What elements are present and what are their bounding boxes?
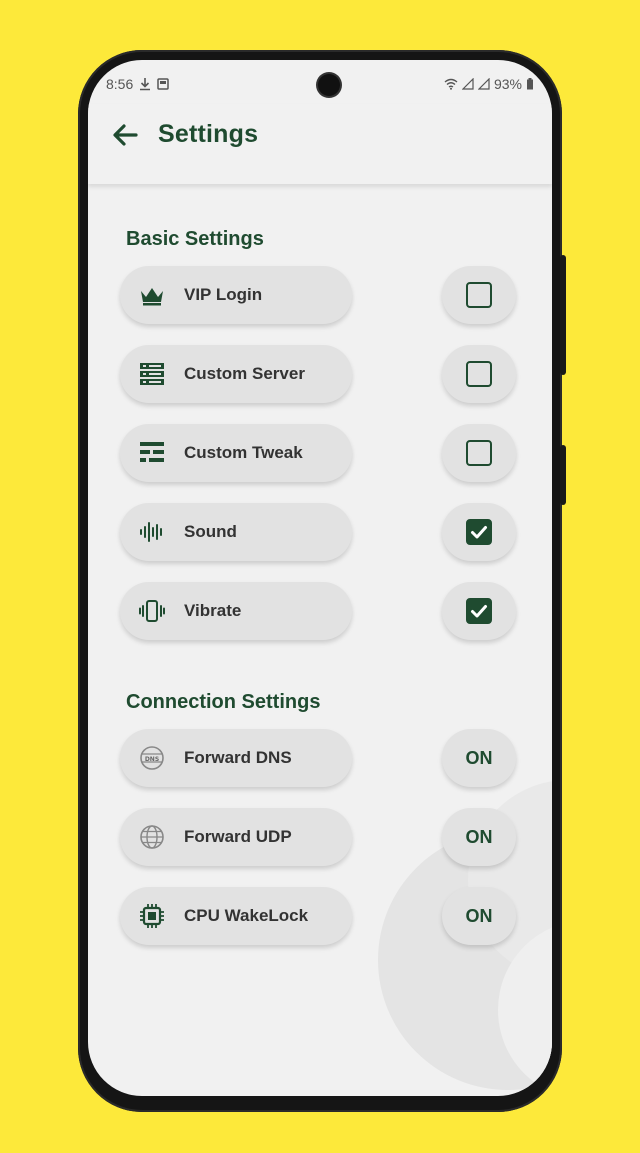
phone-screen: 8:56 93% Settings Basic Settings VIP Log… (88, 60, 552, 1096)
checkmark-icon (471, 526, 487, 539)
battery-percent: 93% (493, 76, 522, 92)
setting-label: Forward DNS (184, 748, 292, 767)
battery-icon (527, 78, 533, 90)
vibrate-icon (139, 600, 165, 622)
custom-server-checkbox-button[interactable] (442, 345, 516, 403)
vip-login-checkbox-button[interactable] (442, 266, 516, 324)
volume-button (560, 255, 566, 375)
setting-forward-dns[interactable]: DNS Forward DNS (120, 729, 352, 787)
setting-forward-udp[interactable]: Forward UDP (120, 808, 352, 866)
vibrate-checkbox-button[interactable] (442, 582, 516, 640)
wifi-icon (444, 78, 458, 90)
setting-label: Custom Server (184, 364, 305, 383)
cpu-icon (140, 904, 164, 928)
cpu-wakelock-toggle[interactable]: ON (442, 887, 516, 945)
custom-tweak-checkbox-button[interactable] (442, 424, 516, 482)
setting-custom-server[interactable]: Custom Server (120, 345, 352, 403)
crown-icon (141, 288, 163, 306)
server-icon (140, 363, 164, 385)
globe-icon (140, 825, 164, 849)
setting-label: VIP Login (184, 285, 263, 304)
setting-label: Vibrate (184, 601, 242, 620)
setting-vip-login[interactable]: VIP Login (120, 266, 352, 324)
page-title: Settings (158, 120, 259, 148)
signal-icon (461, 78, 474, 90)
setting-sound[interactable]: Sound (120, 503, 352, 561)
checkbox-unchecked[interactable] (466, 361, 492, 387)
setting-vibrate[interactable]: Vibrate (120, 582, 352, 640)
checkbox-checked[interactable] (466, 519, 492, 545)
sound-wave-icon (140, 522, 162, 542)
download-icon (140, 78, 151, 91)
section-title-connection: Connection Settings (126, 691, 321, 713)
toggle-state: ON (465, 827, 493, 847)
power-button (560, 445, 566, 505)
dns-icon: DNS (140, 746, 164, 770)
svg-text:DNS: DNS (145, 756, 159, 763)
toggle-state: ON (465, 748, 493, 768)
tweak-icon (140, 442, 164, 462)
status-bar: 8:56 93% (106, 74, 534, 96)
image-icon (157, 78, 169, 90)
toggle-state: ON (465, 906, 493, 926)
phone-frame: 8:56 93% Settings Basic Settings VIP Log… (78, 50, 566, 1112)
back-button[interactable] (108, 118, 142, 152)
checkbox-checked[interactable] (466, 598, 492, 624)
section-title-basic: Basic Settings (126, 228, 264, 250)
checkmark-icon (471, 605, 487, 618)
checkbox-unchecked[interactable] (466, 440, 492, 466)
setting-cpu-wakelock[interactable]: CPU WakeLock (120, 887, 352, 945)
forward-dns-toggle[interactable]: ON (442, 729, 516, 787)
setting-custom-tweak[interactable]: Custom Tweak (120, 424, 352, 482)
setting-label: Forward UDP (184, 827, 292, 846)
forward-udp-toggle[interactable]: ON (442, 808, 516, 866)
sound-checkbox-button[interactable] (442, 503, 516, 561)
setting-label: CPU WakeLock (184, 906, 309, 925)
setting-label: Custom Tweak (184, 443, 303, 462)
back-arrow-icon (113, 124, 138, 146)
app-bar: Settings (88, 104, 552, 184)
checkbox-unchecked[interactable] (466, 282, 492, 308)
status-time: 8:56 (106, 76, 134, 92)
signal-icon (477, 78, 490, 90)
setting-label: Sound (184, 522, 237, 541)
